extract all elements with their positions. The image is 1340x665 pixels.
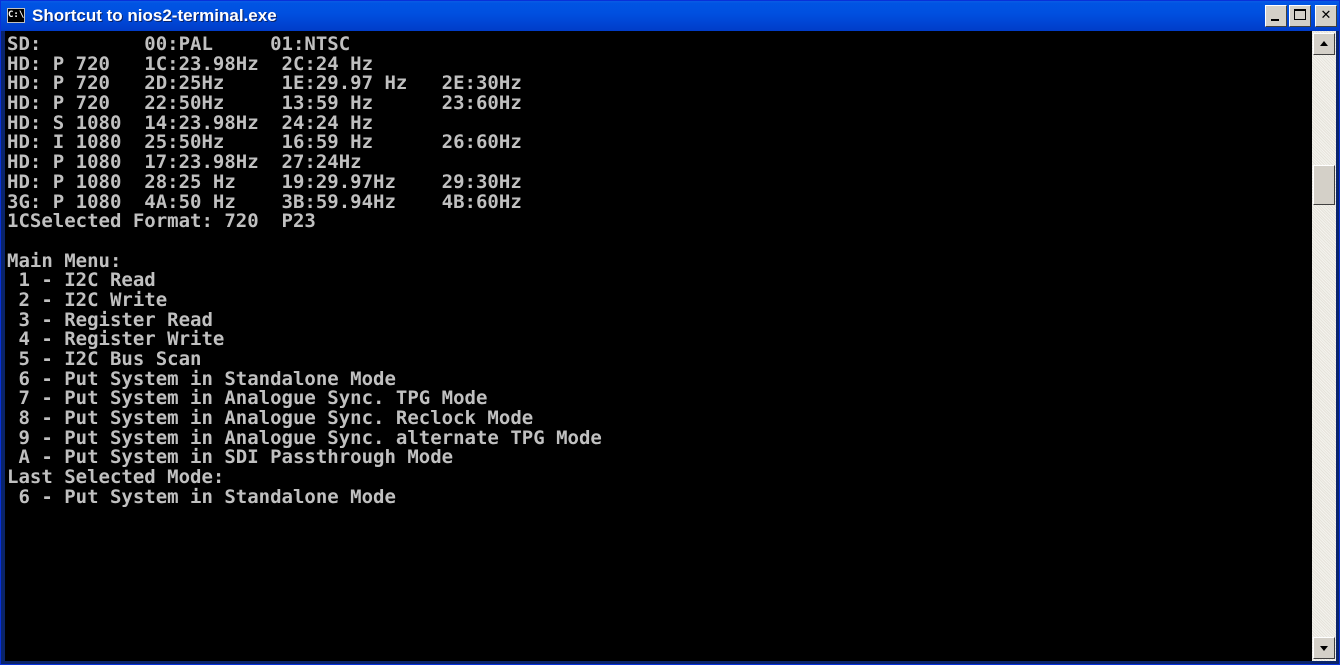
console-line: 1CSelected Format: 720 P23	[7, 210, 316, 233]
console-window: C:\ Shortcut to nios2-terminal.exe ✕ SD:…	[0, 0, 1340, 665]
console-line: HD: P 1080 28:25 Hz 19:29.97Hz 29:30Hz	[7, 170, 522, 193]
vertical-scrollbar[interactable]	[1312, 31, 1336, 661]
minimize-icon	[1271, 19, 1279, 21]
maximize-button[interactable]	[1289, 5, 1311, 27]
console-text: SD: 00:PAL 01:NTSC HD: P 720 1C:23.98Hz 2…	[5, 31, 1312, 508]
console-line: 2 - I2C Write	[7, 288, 168, 311]
console-output[interactable]: SD: 00:PAL 01:NTSC HD: P 720 1C:23.98Hz 2…	[5, 31, 1312, 661]
minimize-button[interactable]	[1265, 5, 1287, 27]
console-line: HD: P 720 22:50Hz 13:59 Hz 23:60Hz	[7, 92, 522, 115]
maximize-icon	[1294, 9, 1306, 20]
scroll-up-button[interactable]	[1313, 33, 1335, 55]
scroll-up-arrow-icon	[1320, 41, 1328, 46]
close-icon: ✕	[1320, 8, 1332, 23]
title-bar[interactable]: C:\ Shortcut to nios2-terminal.exe ✕	[1, 1, 1339, 31]
scroll-down-arrow-icon	[1320, 646, 1328, 651]
console-line: 8 - Put System in Analogue Sync. Reclock…	[7, 407, 534, 430]
window-title: Shortcut to nios2-terminal.exe	[32, 6, 277, 25]
scroll-down-button[interactable]	[1313, 637, 1335, 659]
scroll-thumb[interactable]	[1313, 165, 1335, 205]
console-line: Main Menu:	[7, 249, 122, 272]
console-line: SD: 00:PAL 01:NTSC	[7, 33, 351, 55]
console-line: HD: P 1080 17:23.98Hz 27:24Hz	[7, 151, 362, 174]
console-line: Last Selected Mode:	[7, 466, 225, 489]
console-line: 5 - I2C Bus Scan	[7, 348, 202, 370]
console-line: 4 - Register Write	[7, 328, 225, 351]
console-line: 6 - Put System in Standalone Mode	[7, 485, 396, 508]
console-line: 1 - I2C Read	[7, 269, 156, 292]
close-button[interactable]: ✕	[1315, 5, 1337, 27]
console-icon[interactable]: C:\	[7, 8, 25, 23]
